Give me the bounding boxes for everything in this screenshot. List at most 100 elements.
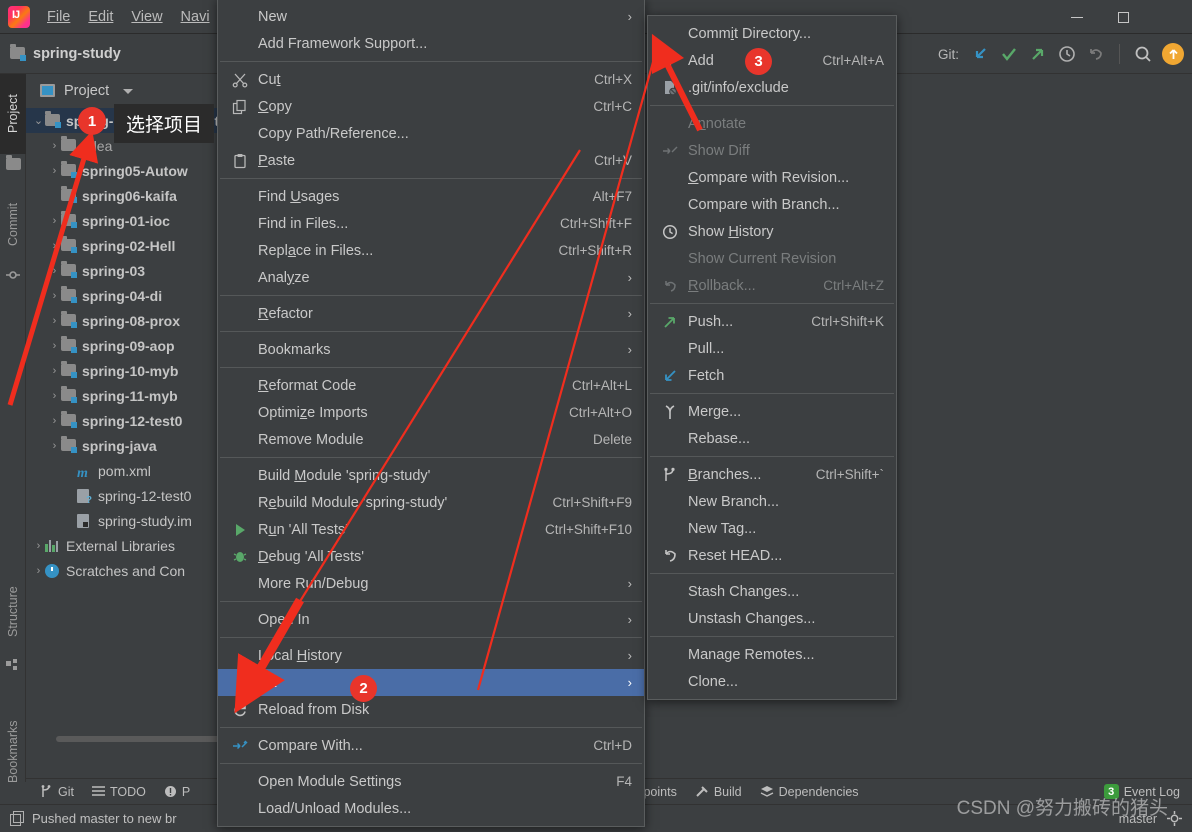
sidebar-item-project[interactable]: Project bbox=[0, 74, 26, 154]
menu-item-copy-path-reference[interactable]: Copy Path/Reference... bbox=[218, 120, 644, 147]
menu-item-rollback[interactable]: Rollback... Ctrl+Alt+Z bbox=[648, 272, 896, 299]
menu-item-manage-remotes[interactable]: Manage Remotes... bbox=[648, 641, 896, 668]
context-menu[interactable]: New › Add Framework Support... Cut Ctrl+X Cop… bbox=[217, 0, 645, 827]
tree-item-spring06-kaifa[interactable]: spring06-kaifa bbox=[26, 183, 233, 208]
tree-item-spring-02-hell[interactable]: › spring-02-Hell bbox=[26, 233, 233, 258]
sidebar-item-structure[interactable]: Structure bbox=[0, 569, 26, 655]
menu-item-refactor[interactable]: Refactor › bbox=[218, 300, 644, 327]
menu-item-reload-from-disk[interactable]: Reload from Disk bbox=[218, 696, 644, 723]
menu-item-compare-with-branch[interactable]: Compare with Branch... bbox=[648, 191, 896, 218]
minimize-button[interactable] bbox=[1054, 0, 1100, 34]
tree-item-spring-11-myb[interactable]: › spring-11-myb bbox=[26, 383, 233, 408]
menubar-item-view[interactable]: View bbox=[122, 6, 171, 28]
rollback-icon[interactable] bbox=[1086, 44, 1106, 64]
updates-icon[interactable] bbox=[1162, 43, 1184, 65]
project-tree[interactable]: ⌄ spring-study [spring-stu › .idea › spr… bbox=[26, 108, 233, 583]
gear-icon[interactable] bbox=[1167, 811, 1182, 826]
tree-expand-arrow[interactable]: › bbox=[48, 265, 61, 277]
tree-expand-arrow[interactable]: › bbox=[32, 565, 45, 577]
menubar-item-navigate[interactable]: Navi bbox=[172, 6, 219, 28]
menu-item-clone[interactable]: Clone... bbox=[648, 668, 896, 695]
menu-item-cut[interactable]: Cut Ctrl+X bbox=[218, 66, 644, 93]
menu-item-more-run-debug[interactable]: More Run/Debug › bbox=[218, 570, 644, 597]
maximize-button[interactable] bbox=[1100, 0, 1146, 34]
menu-item-new[interactable]: New › bbox=[218, 3, 644, 30]
menu-item-compare-with[interactable]: Compare With... Ctrl+D bbox=[218, 732, 644, 759]
menu-item-run-all-tests[interactable]: Run 'All Tests' Ctrl+Shift+F10 bbox=[218, 516, 644, 543]
menubar-item-file[interactable]: File bbox=[38, 6, 79, 28]
menu-item-git[interactable]: Git › bbox=[218, 669, 644, 696]
toolwindow-build[interactable]: Build bbox=[695, 785, 742, 799]
menu-item-compare-with-revision[interactable]: Compare with Revision... bbox=[648, 164, 896, 191]
sidebar-item-bookmarks[interactable]: Bookmarks bbox=[0, 704, 26, 800]
tree-expand-arrow[interactable]: › bbox=[48, 215, 61, 227]
menu-item-fetch[interactable]: Fetch bbox=[648, 362, 896, 389]
tree-item-spring-04-di[interactable]: › spring-04-di bbox=[26, 283, 233, 308]
tree-expand-arrow[interactable]: › bbox=[48, 140, 61, 152]
tree-expand-arrow[interactable]: › bbox=[48, 440, 61, 452]
tree-expand-arrow[interactable]: › bbox=[48, 340, 61, 352]
menu-item-pull[interactable]: Pull... bbox=[648, 335, 896, 362]
menu-item-bookmarks[interactable]: Bookmarks › bbox=[218, 336, 644, 363]
menu-item-load-unload-modules[interactable]: Load/Unload Modules... bbox=[218, 795, 644, 822]
toolwindow-dependencies[interactable]: Dependencies bbox=[760, 785, 859, 799]
menu-item-replace-in-files[interactable]: Replace in Files... Ctrl+Shift+R bbox=[218, 237, 644, 264]
tree-item-spring-12-test0[interactable]: spring-12-test0 bbox=[26, 483, 233, 508]
menu-item-new-tag[interactable]: New Tag... bbox=[648, 515, 896, 542]
tree-expand-arrow[interactable]: › bbox=[48, 240, 61, 252]
tree-item-spring-12-test0[interactable]: › spring-12-test0 bbox=[26, 408, 233, 433]
tree-item-pom-xml[interactable]: m pom.xml bbox=[26, 458, 233, 483]
menu-item-add-framework-support[interactable]: Add Framework Support... bbox=[218, 30, 644, 57]
horizontal-scrollbar[interactable] bbox=[56, 736, 226, 742]
tree-expand-arrow[interactable]: › bbox=[48, 315, 61, 327]
menu-item-git-info-exclude[interactable]: .git/info/exclude bbox=[648, 74, 896, 101]
menu-item-find-usages[interactable]: Find Usages Alt+F7 bbox=[218, 183, 644, 210]
toolwindow-todo[interactable]: TODO bbox=[91, 785, 146, 799]
menu-item-commit-directory[interactable]: Commit Directory... bbox=[648, 20, 896, 47]
push-icon[interactable] bbox=[1028, 44, 1048, 64]
tree-item-spring05-autow[interactable]: › spring05-Autow bbox=[26, 158, 233, 183]
update-project-icon[interactable] bbox=[970, 44, 990, 64]
menu-item-build-module-spring-study[interactable]: Build Module 'spring-study' bbox=[218, 462, 644, 489]
menu-item-copy[interactable]: Copy Ctrl+C bbox=[218, 93, 644, 120]
tree-expand-arrow[interactable]: ⌄ bbox=[32, 114, 45, 127]
menu-item-analyze[interactable]: Analyze › bbox=[218, 264, 644, 291]
toolwindow-problems[interactable]: P bbox=[164, 785, 190, 799]
tree-item-spring-study-im[interactable]: spring-study.im bbox=[26, 508, 233, 533]
close-button[interactable] bbox=[1146, 0, 1192, 34]
tree-expand-arrow[interactable]: › bbox=[48, 415, 61, 427]
tree-item-spring-01-ioc[interactable]: › spring-01-ioc bbox=[26, 208, 233, 233]
menu-item-rebuild-module-spring-study[interactable]: Rebuild Module 'spring-study' Ctrl+Shift+… bbox=[218, 489, 644, 516]
tree-item-spring-10-myb[interactable]: › spring-10-myb bbox=[26, 358, 233, 383]
tree-item-spring-09-aop[interactable]: › spring-09-aop bbox=[26, 333, 233, 358]
menu-item-optimize-imports[interactable]: Optimize Imports Ctrl+Alt+O bbox=[218, 399, 644, 426]
tree-item-spring-08-prox[interactable]: › spring-08-prox bbox=[26, 308, 233, 333]
tree-expand-arrow[interactable]: › bbox=[48, 365, 61, 377]
chevron-down-icon[interactable] bbox=[123, 88, 134, 94]
menu-item-show-current-revision[interactable]: Show Current Revision bbox=[648, 245, 896, 272]
tree-expand-arrow[interactable]: › bbox=[32, 540, 45, 552]
menu-item-paste[interactable]: Paste Ctrl+V bbox=[218, 147, 644, 174]
menu-item-remove-module[interactable]: Remove Module Delete bbox=[218, 426, 644, 453]
menu-item-open-in[interactable]: Open In › bbox=[218, 606, 644, 633]
menu-item-show-history[interactable]: Show History bbox=[648, 218, 896, 245]
tree-item-spring-03[interactable]: › spring-03 bbox=[26, 258, 233, 283]
menu-item-unstash-changes[interactable]: Unstash Changes... bbox=[648, 605, 896, 632]
menu-item-rebase[interactable]: Rebase... bbox=[648, 425, 896, 452]
menubar-item-edit[interactable]: Edit bbox=[79, 6, 122, 28]
search-icon[interactable] bbox=[1133, 44, 1153, 64]
menu-item-reset-head[interactable]: Reset HEAD... bbox=[648, 542, 896, 569]
tree-expand-arrow[interactable]: › bbox=[48, 165, 61, 177]
tree-expand-arrow[interactable]: › bbox=[48, 390, 61, 402]
tree-item-external-libraries[interactable]: › External Libraries bbox=[26, 533, 233, 558]
tree-item-scratches-and-con[interactable]: › Scratches and Con bbox=[26, 558, 233, 583]
menu-item-add[interactable]: Add Ctrl+Alt+A bbox=[648, 47, 896, 74]
sidebar-item-commit[interactable]: Commit bbox=[0, 184, 26, 264]
menu-item-branches[interactable]: Branches... Ctrl+Shift+` bbox=[648, 461, 896, 488]
menu-item-show-diff[interactable]: Show Diff bbox=[648, 137, 896, 164]
menu-item-find-in-files[interactable]: Find in Files... Ctrl+Shift+F bbox=[218, 210, 644, 237]
history-icon[interactable] bbox=[1057, 44, 1077, 64]
menu-item-debug-all-tests[interactable]: Debug 'All Tests' bbox=[218, 543, 644, 570]
menu-item-local-history[interactable]: Local History › bbox=[218, 642, 644, 669]
menu-item-merge[interactable]: Merge... bbox=[648, 398, 896, 425]
